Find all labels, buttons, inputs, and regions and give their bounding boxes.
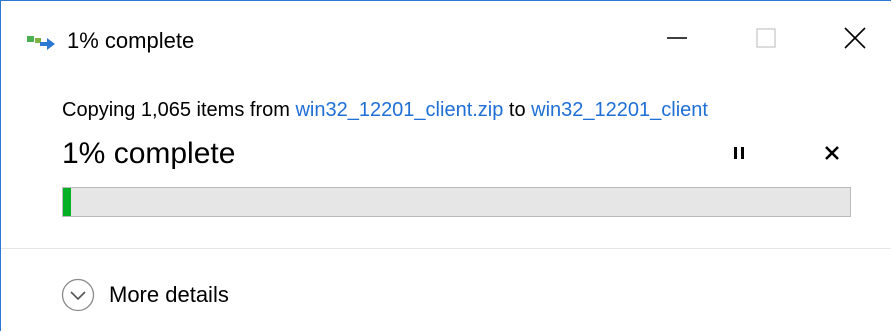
pause-button[interactable] bbox=[724, 141, 754, 169]
cancel-icon bbox=[824, 145, 840, 166]
title-bar: 1% complete bbox=[1, 1, 891, 73]
source-link[interactable]: win32_12201_client.zip bbox=[295, 99, 503, 121]
more-details-button[interactable]: More details bbox=[61, 277, 229, 313]
maximize-button[interactable] bbox=[741, 15, 791, 65]
progress-bar bbox=[62, 187, 851, 217]
maximize-icon bbox=[756, 27, 776, 53]
more-details-label: More details bbox=[109, 282, 229, 307]
close-icon bbox=[844, 26, 866, 54]
cancel-button[interactable] bbox=[817, 141, 847, 169]
pause-icon bbox=[731, 145, 747, 166]
copy-connector-text: to bbox=[503, 99, 532, 121]
window-title: 1% complete bbox=[67, 28, 195, 53]
copy-app-icon bbox=[27, 33, 55, 51]
progress-bar-fill bbox=[63, 188, 71, 216]
copy-progress-dialog: 1% complete Copying 1,065 items from win… bbox=[0, 0, 891, 331]
close-button[interactable] bbox=[830, 15, 880, 65]
progress-heading: 1% complete bbox=[62, 137, 236, 170]
chevron-down-circle-icon bbox=[61, 278, 95, 312]
copy-prefix-text: Copying 1,065 items from bbox=[62, 99, 296, 121]
copy-description: Copying 1,065 items from win32_12201_cli… bbox=[62, 98, 708, 122]
minimize-icon bbox=[667, 28, 687, 53]
destination-link[interactable]: win32_12201_client bbox=[531, 99, 708, 121]
divider bbox=[1, 248, 891, 249]
minimize-button[interactable] bbox=[652, 15, 702, 65]
